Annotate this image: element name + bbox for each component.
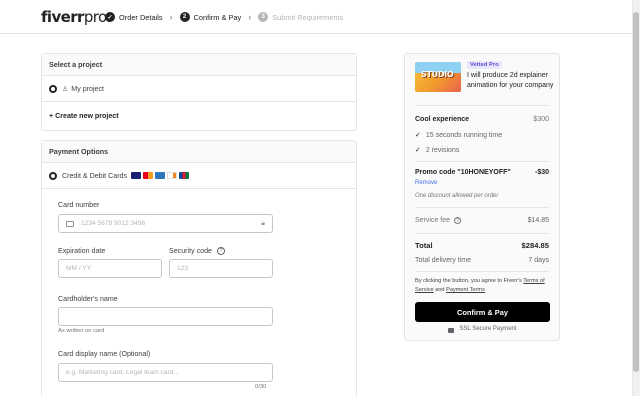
card-number-label: Card number: [58, 201, 100, 209]
check-icon: ✓: [415, 147, 421, 154]
payment-terms-link[interactable]: Payment Terms: [446, 287, 485, 293]
section-title: Select a project: [42, 54, 356, 76]
ssl-row: SSL Secure Payment: [415, 326, 550, 333]
step-number: 2: [179, 12, 190, 22]
check-icon: ✓: [415, 132, 421, 139]
promo-label: Promo code "10HONEYOFF": [415, 169, 511, 176]
card-display-name-label: Card display name: [58, 350, 118, 358]
feature-label: 15 seconds running time: [425, 131, 503, 139]
terms-prefix: By clicking the button, you agree to Fiv…: [415, 278, 524, 284]
terms-and: and: [433, 287, 447, 293]
service-fee-label-group: Service fee ?: [415, 217, 462, 224]
delivery-row: Total delivery time 7 days: [415, 257, 549, 264]
chevron-right-icon: ›: [248, 12, 252, 22]
users-icon: ♙: [62, 85, 69, 93]
security-code-placeholder: 123: [177, 265, 189, 272]
radio-selected[interactable]: [49, 171, 57, 180]
cardholder-name-input[interactable]: [58, 307, 273, 326]
package-row: Cool experience $300: [415, 116, 549, 123]
total-row: Total $284.85: [415, 241, 549, 250]
select-project-card: Select a project ♙ My project + Create n…: [41, 53, 357, 131]
create-new-project-link[interactable]: + Create new project: [42, 102, 356, 129]
confirm-pay-button[interactable]: Confirm & Pay: [415, 302, 550, 322]
top-bar: fiverrpro. ✓ Order Details › 2 Confirm &…: [0, 0, 640, 34]
step-number: 3: [258, 12, 269, 22]
discover-icon: [167, 172, 178, 179]
feature-label: 2 revisions: [425, 146, 460, 154]
security-code-label-row: Security code ?: [169, 247, 225, 255]
credit-card-label: Credit & Debit Cards: [62, 171, 128, 180]
cardholder-hint: As written on card: [58, 328, 105, 334]
section-title: Payment Options: [42, 141, 356, 163]
credit-card-option[interactable]: Credit & Debit Cards: [42, 163, 356, 189]
card-display-placeholder: e.g. Marketing card, Legal team card...: [66, 369, 179, 376]
remove-promo-link[interactable]: Remove: [415, 180, 437, 186]
service-fee-row: Service fee ? $14.85: [415, 217, 549, 224]
logo-text: fiverr: [41, 8, 84, 26]
my-project-label: My project: [71, 84, 104, 93]
step-confirm-pay: 2 Confirm & Pay: [179, 12, 242, 22]
my-project-option[interactable]: ♙ My project: [42, 76, 356, 102]
card-number-placeholder: 1234 5678 9012 3456: [81, 220, 146, 227]
step-label: Submit Requirements: [272, 12, 344, 22]
delivery-value: 7 days: [528, 257, 549, 264]
expiration-label: Expiration date: [58, 247, 106, 255]
credit-card-icon: [66, 220, 74, 227]
security-code-label: Security code: [169, 247, 212, 255]
step-label: Order Details: [119, 12, 163, 22]
page-scrollbar[interactable]: [632, 0, 640, 396]
visa-icon: [131, 172, 142, 179]
help-icon[interactable]: ?: [216, 247, 225, 255]
scrollbar-thumb[interactable]: [633, 12, 639, 372]
step-label: Confirm & Pay: [193, 12, 242, 22]
cardholder-name-label: Cardholder's name: [58, 295, 118, 303]
terms-text: By clicking the button, you agree to Fiv…: [415, 277, 551, 295]
divider: [415, 161, 549, 162]
feature-item: ✓ 2 revisions: [415, 146, 549, 155]
promo-note: One discount allowed per order: [415, 193, 499, 199]
character-counter: 0/30: [255, 384, 267, 390]
info-icon[interactable]: ?: [454, 217, 462, 224]
package-price: $300: [533, 116, 549, 123]
security-code-input[interactable]: 123: [169, 259, 273, 278]
ssl-label: SSL Secure Payment: [459, 326, 517, 332]
vetted-pro-badge: Vetted Pro: [467, 61, 502, 69]
divider: [415, 207, 549, 208]
divider: [415, 233, 549, 234]
gig-thumbnail[interactable]: STUDIO: [415, 62, 461, 92]
card-display-name-input[interactable]: e.g. Marketing card, Legal team card...: [58, 363, 273, 382]
card-display-label-row: Card display name (Optional): [58, 350, 150, 358]
service-fee-value: $14.85: [527, 217, 549, 224]
mastercard-icon: [143, 172, 154, 179]
optional-label: (Optional): [119, 350, 151, 358]
expiration-input[interactable]: MM / YY: [58, 259, 162, 278]
jcb-icon: [179, 172, 190, 179]
radio-selected[interactable]: [49, 84, 57, 93]
lock-icon: [448, 327, 455, 333]
package-name: Cool experience: [415, 116, 470, 123]
card-number-input[interactable]: 1234 5678 9012 3456 🔒︎: [58, 214, 273, 233]
gig-title[interactable]: I will produce 2d explainer animation fo…: [467, 71, 555, 91]
create-project-label: + Create new project: [49, 111, 119, 120]
total-label: Total: [415, 241, 433, 250]
divider: [415, 105, 549, 106]
step-order-details[interactable]: ✓ Order Details: [105, 12, 163, 22]
divider: [415, 271, 549, 272]
thumbnail-text: STUDIO: [421, 70, 454, 79]
total-value: $284.85: [521, 241, 549, 250]
checkout-steps: ✓ Order Details › 2 Confirm & Pay › 3 Su…: [105, 10, 343, 24]
promo-value: -$30: [534, 169, 549, 176]
expiration-placeholder: MM / YY: [66, 265, 92, 272]
lock-icon: 🔒︎: [261, 219, 265, 227]
amex-icon: [155, 172, 166, 179]
delivery-label: Total delivery time: [415, 257, 472, 264]
step-submit-requirements: 3 Submit Requirements: [258, 12, 343, 22]
chevron-right-icon: ›: [169, 12, 173, 22]
order-summary: STUDIO Vetted Pro I will produce 2d expl…: [404, 53, 560, 341]
feature-item: ✓ 15 seconds running time: [415, 131, 549, 140]
service-fee-label: Service fee: [415, 217, 451, 224]
check-icon: ✓: [105, 12, 115, 22]
promo-row: Promo code "10HONEYOFF" -$30: [415, 169, 549, 176]
fiverr-pro-logo[interactable]: fiverrpro.: [41, 8, 111, 26]
